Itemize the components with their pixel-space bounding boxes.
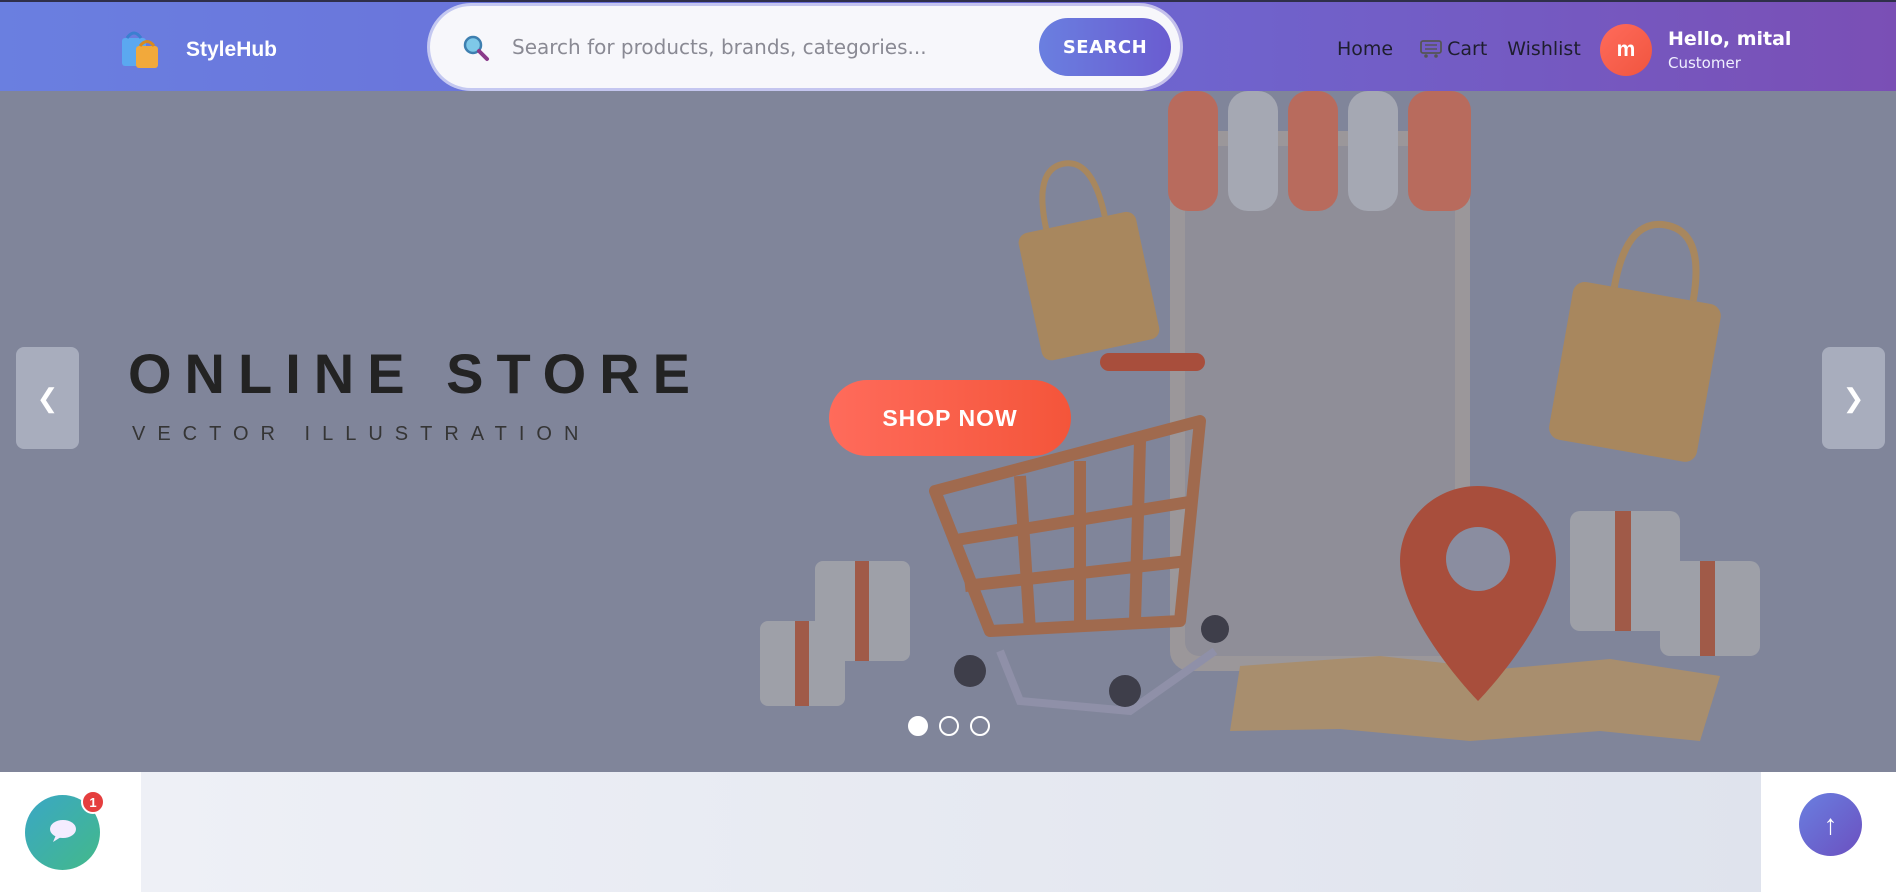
search-button[interactable]: SEARCH [1039, 18, 1171, 76]
user-menu[interactable]: m Hello, mital Customer [1600, 24, 1791, 76]
user-greeting: Hello, mital [1668, 28, 1792, 50]
content-section [141, 772, 1761, 892]
hero-title: ONLINE STORE [128, 342, 704, 405]
cart-icon [1419, 39, 1443, 59]
main-nav: Home Cart Wishlist [1337, 38, 1581, 60]
avatar: m [1600, 24, 1652, 76]
hero-subtitle: VECTOR ILLUSTRATION [132, 423, 591, 445]
user-role: Customer [1668, 54, 1741, 72]
search-bar: SEARCH [430, 6, 1180, 88]
chat-bubble-icon [48, 819, 78, 846]
search-input[interactable] [512, 28, 952, 66]
nav-cart-link[interactable]: Cart [1419, 38, 1487, 60]
carousel-dot[interactable] [908, 716, 928, 736]
nav-wishlist-link[interactable]: Wishlist [1507, 38, 1581, 60]
shopping-bags-icon [118, 28, 164, 72]
shop-now-button[interactable]: SHOP NOW [829, 380, 1071, 456]
carousel-dot[interactable] [939, 716, 959, 736]
carousel-dot[interactable] [970, 716, 990, 736]
carousel-next-button[interactable]: ❯ [1822, 347, 1885, 449]
chat-notification-badge: 1 [81, 790, 105, 814]
carousel-indicators [908, 716, 990, 736]
top-header: StyleHub SEARCH Home Cart [0, 0, 1896, 91]
hero-carousel: ONLINE STORE VECTOR ILLUSTRATION SHOP NO… [0, 91, 1896, 772]
brand-logo[interactable]: StyleHub [118, 28, 277, 72]
scroll-to-top-button[interactable]: ↑ [1799, 793, 1862, 856]
magnifier-icon [462, 34, 490, 62]
nav-home-link[interactable]: Home [1337, 38, 1393, 60]
carousel-prev-button[interactable]: ❮ [16, 347, 79, 449]
user-info: Hello, mital Customer [1668, 28, 1791, 72]
nav-cart-label: Cart [1447, 38, 1488, 60]
brand-name: StyleHub [186, 38, 278, 61]
